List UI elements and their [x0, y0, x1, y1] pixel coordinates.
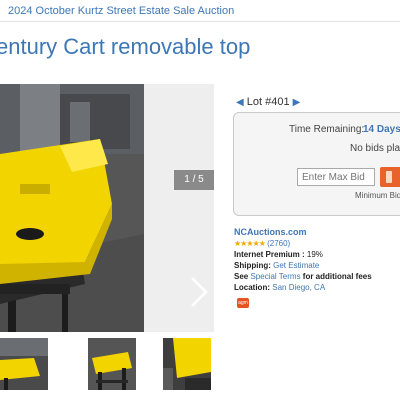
shipping-label: Shipping:: [234, 261, 271, 270]
location-link[interactable]: San Diego, CA: [272, 283, 325, 292]
max-bid-input[interactable]: [297, 168, 375, 186]
thumbnail-strip: [0, 338, 230, 394]
location-label: Location:: [234, 283, 270, 292]
main-lot-photo[interactable]: [0, 84, 144, 332]
thumbnail-3[interactable]: [163, 338, 211, 390]
image-counter: 1 / 5: [174, 170, 214, 190]
arrow-left-icon[interactable]: ◀: [236, 97, 244, 108]
bid-status-text: No bids plac: [350, 143, 400, 154]
internet-premium-label: Internet Premium :: [234, 250, 305, 259]
thumbnail-2[interactable]: [88, 338, 136, 390]
special-terms-link[interactable]: Special Terms: [250, 272, 300, 281]
breadcrumb-auction-link[interactable]: 2024 October Kurtz Street Estate Sale Au…: [8, 5, 234, 17]
thumbnail-1[interactable]: [0, 338, 48, 390]
terms-suffix: for additional fees: [300, 272, 372, 281]
time-remaining-label: Time Remaining:: [289, 124, 365, 135]
seller-link[interactable]: NCAuctions.com: [234, 227, 307, 237]
seller-badge-icon: agm: [237, 298, 249, 308]
bid-icon: [386, 171, 392, 183]
lot-navigation: ◀ Lot #401 ▶: [236, 96, 300, 108]
chevron-right-icon[interactable]: [186, 274, 210, 310]
place-bid-button[interactable]: [380, 167, 400, 187]
internet-premium-value: 19%: [304, 250, 323, 259]
image-gallery: 1 / 5: [0, 84, 214, 332]
minimum-bid-label: Minimum Bid:: [355, 191, 400, 200]
terms-prefix: See: [234, 272, 251, 281]
arrow-right-icon[interactable]: ▶: [293, 97, 301, 108]
lot-title: entury Cart removable top: [0, 34, 251, 59]
shipping-estimate-link[interactable]: Get Estimate: [273, 261, 319, 270]
bidding-panel: Time Remaining: 14 Days No bids plac Min…: [233, 112, 400, 216]
rating-count-link[interactable]: (2760): [267, 239, 290, 248]
seller-info: NCAuctions.com ★★★★★ (2760) Internet Pre…: [234, 227, 372, 293]
lot-number: Lot #401: [246, 96, 290, 108]
top-bar: 2024 October Kurtz Street Estate Sale Au…: [0, 0, 400, 22]
time-remaining-value: 14 Days: [363, 124, 400, 135]
rating-stars-icon: ★★★★★: [234, 239, 266, 248]
